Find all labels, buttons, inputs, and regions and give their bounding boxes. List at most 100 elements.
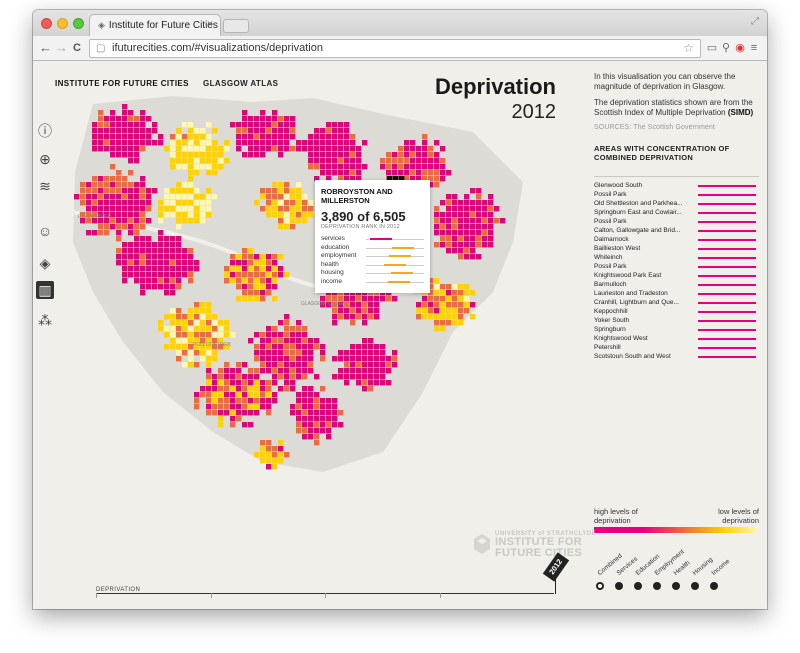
area-list-item[interactable]: Old Shettleston and Parkhea... [594, 199, 759, 208]
map-cell[interactable] [134, 224, 140, 230]
map-cell[interactable] [104, 230, 110, 236]
map-cell[interactable] [200, 152, 206, 158]
map-cell[interactable] [332, 422, 338, 428]
map-cell[interactable] [284, 128, 290, 134]
map-cell[interactable] [188, 122, 194, 128]
map-cell[interactable] [128, 266, 134, 272]
map-cell[interactable] [290, 404, 296, 410]
map-cell[interactable] [452, 206, 458, 212]
map-cell[interactable] [164, 266, 170, 272]
map-cell[interactable] [266, 290, 272, 296]
map-cell[interactable] [212, 128, 218, 134]
map-cell[interactable] [194, 128, 200, 134]
map-cell[interactable] [176, 320, 182, 326]
map-cell[interactable] [242, 422, 248, 428]
map-cell[interactable] [440, 218, 446, 224]
map-cell[interactable] [296, 428, 302, 434]
map-cell[interactable] [284, 386, 290, 392]
map-cell[interactable] [272, 146, 278, 152]
map-cell[interactable] [470, 200, 476, 206]
map-cell[interactable] [230, 392, 236, 398]
map-cell[interactable] [242, 248, 248, 254]
map-cell[interactable] [470, 248, 476, 254]
map-cell[interactable] [290, 362, 296, 368]
map-cell[interactable] [440, 146, 446, 152]
map-cell[interactable] [362, 296, 368, 302]
map-cell[interactable] [110, 164, 116, 170]
browser-tab[interactable]: ◈ Institute for Future Cities × [89, 14, 221, 36]
map-cell[interactable] [278, 452, 284, 458]
map-cell[interactable] [344, 314, 350, 320]
map-cell[interactable] [308, 368, 314, 374]
map-cell[interactable] [434, 176, 440, 182]
map-cell[interactable] [254, 278, 260, 284]
map-cell[interactable] [458, 218, 464, 224]
map-cell[interactable] [368, 356, 374, 362]
category-health-button[interactable] [672, 582, 680, 590]
map-cell[interactable] [344, 362, 350, 368]
map-cell[interactable] [422, 314, 428, 320]
area-list-item[interactable]: Barmulloch [594, 280, 759, 289]
map-cell[interactable] [272, 344, 278, 350]
map-cell[interactable] [386, 362, 392, 368]
map-cell[interactable] [320, 158, 326, 164]
map-cell[interactable] [368, 386, 374, 392]
map-cell[interactable] [482, 212, 488, 218]
map-cell[interactable] [248, 404, 254, 410]
map-cell[interactable] [122, 128, 128, 134]
map-cell[interactable] [272, 392, 278, 398]
map-cell[interactable] [140, 278, 146, 284]
map-cell[interactable] [464, 242, 470, 248]
map-cell[interactable] [404, 146, 410, 152]
map-cell[interactable] [158, 134, 164, 140]
map-cell[interactable] [464, 200, 470, 206]
map-cell[interactable] [338, 314, 344, 320]
map-cell[interactable] [134, 146, 140, 152]
map-cell[interactable] [206, 362, 212, 368]
map-cell[interactable] [326, 404, 332, 410]
map-cell[interactable] [320, 404, 326, 410]
map-cell[interactable] [188, 206, 194, 212]
map-cell[interactable] [260, 290, 266, 296]
map-cell[interactable] [398, 158, 404, 164]
map-cell[interactable] [188, 128, 194, 134]
map-cell[interactable] [248, 260, 254, 266]
map-cell[interactable] [410, 152, 416, 158]
extension-red-icon[interactable]: ◉ [733, 41, 747, 55]
map-cell[interactable] [296, 404, 302, 410]
map-cell[interactable] [230, 416, 236, 422]
map-cell[interactable] [116, 206, 122, 212]
map-cell[interactable] [194, 332, 200, 338]
map-cell[interactable] [290, 224, 296, 230]
map-cell[interactable] [254, 296, 260, 302]
map-cell[interactable] [356, 170, 362, 176]
map-cell[interactable] [188, 146, 194, 152]
map-cell[interactable] [140, 188, 146, 194]
map-cell[interactable] [482, 218, 488, 224]
map-cell[interactable] [344, 152, 350, 158]
map-cell[interactable] [212, 332, 218, 338]
map-cell[interactable] [188, 320, 194, 326]
map-cell[interactable] [206, 122, 212, 128]
map-cell[interactable] [254, 410, 260, 416]
map-cell[interactable] [164, 332, 170, 338]
map-cell[interactable] [248, 248, 254, 254]
map-cell[interactable] [248, 272, 254, 278]
map-cell[interactable] [236, 398, 242, 404]
map-cell[interactable] [116, 134, 122, 140]
map-cell[interactable] [362, 314, 368, 320]
map-cell[interactable] [92, 134, 98, 140]
back-button[interactable]: ← [39, 40, 52, 55]
map-cell[interactable] [248, 374, 254, 380]
map-cell[interactable] [278, 200, 284, 206]
map-cell[interactable] [434, 182, 440, 188]
map-cell[interactable] [182, 164, 188, 170]
map-cell[interactable] [302, 206, 308, 212]
globe-icon[interactable]: ⊕ [36, 150, 54, 168]
map-cell[interactable] [134, 152, 140, 158]
map-cell[interactable] [104, 224, 110, 230]
map-cell[interactable] [242, 266, 248, 272]
map-cell[interactable] [176, 242, 182, 248]
map-cell[interactable] [122, 278, 128, 284]
map-cell[interactable] [182, 182, 188, 188]
